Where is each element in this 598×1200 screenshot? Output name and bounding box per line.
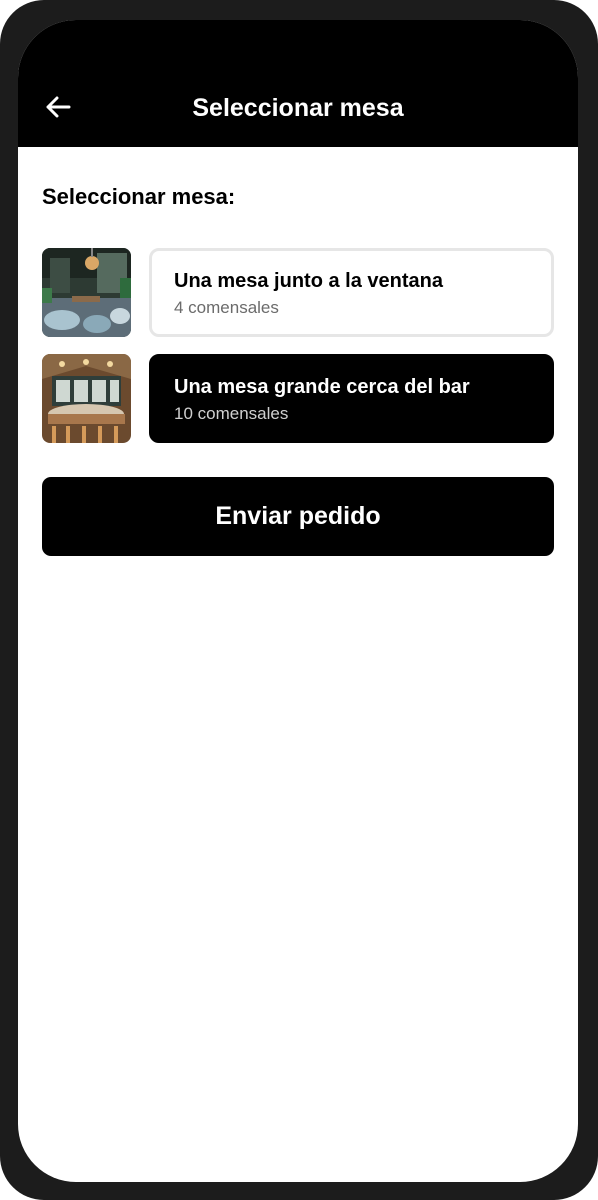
app-screen: Seleccionar mesa Seleccionar mesa: Una m… (18, 20, 578, 1182)
table-thumbnail-bar (42, 354, 131, 443)
table-thumbnail-window (42, 248, 131, 337)
phone-frame: Seleccionar mesa Seleccionar mesa: Una m… (0, 0, 598, 1200)
table-name: Una mesa grande cerca del bar (174, 376, 470, 398)
top-bar: Seleccionar mesa (18, 20, 578, 147)
table-card-window[interactable]: Una mesa junto a la ventana 4 comensales (149, 248, 554, 337)
table-card-bar[interactable]: Una mesa grande cerca del bar 10 comensa… (149, 354, 554, 443)
section-title: Seleccionar mesa: (42, 184, 236, 209)
table-name: Una mesa junto a la ventana (174, 270, 443, 292)
table-option-window: Una mesa junto a la ventana 4 comensales (42, 248, 554, 338)
table-option-bar: Una mesa grande cerca del bar 10 comensa… (42, 354, 554, 444)
table-guests: 10 comensales (174, 404, 289, 423)
submit-order-button[interactable]: Enviar pedido (42, 477, 554, 556)
page-title: Seleccionar mesa (192, 94, 404, 122)
table-guests: 4 comensales (174, 298, 279, 317)
